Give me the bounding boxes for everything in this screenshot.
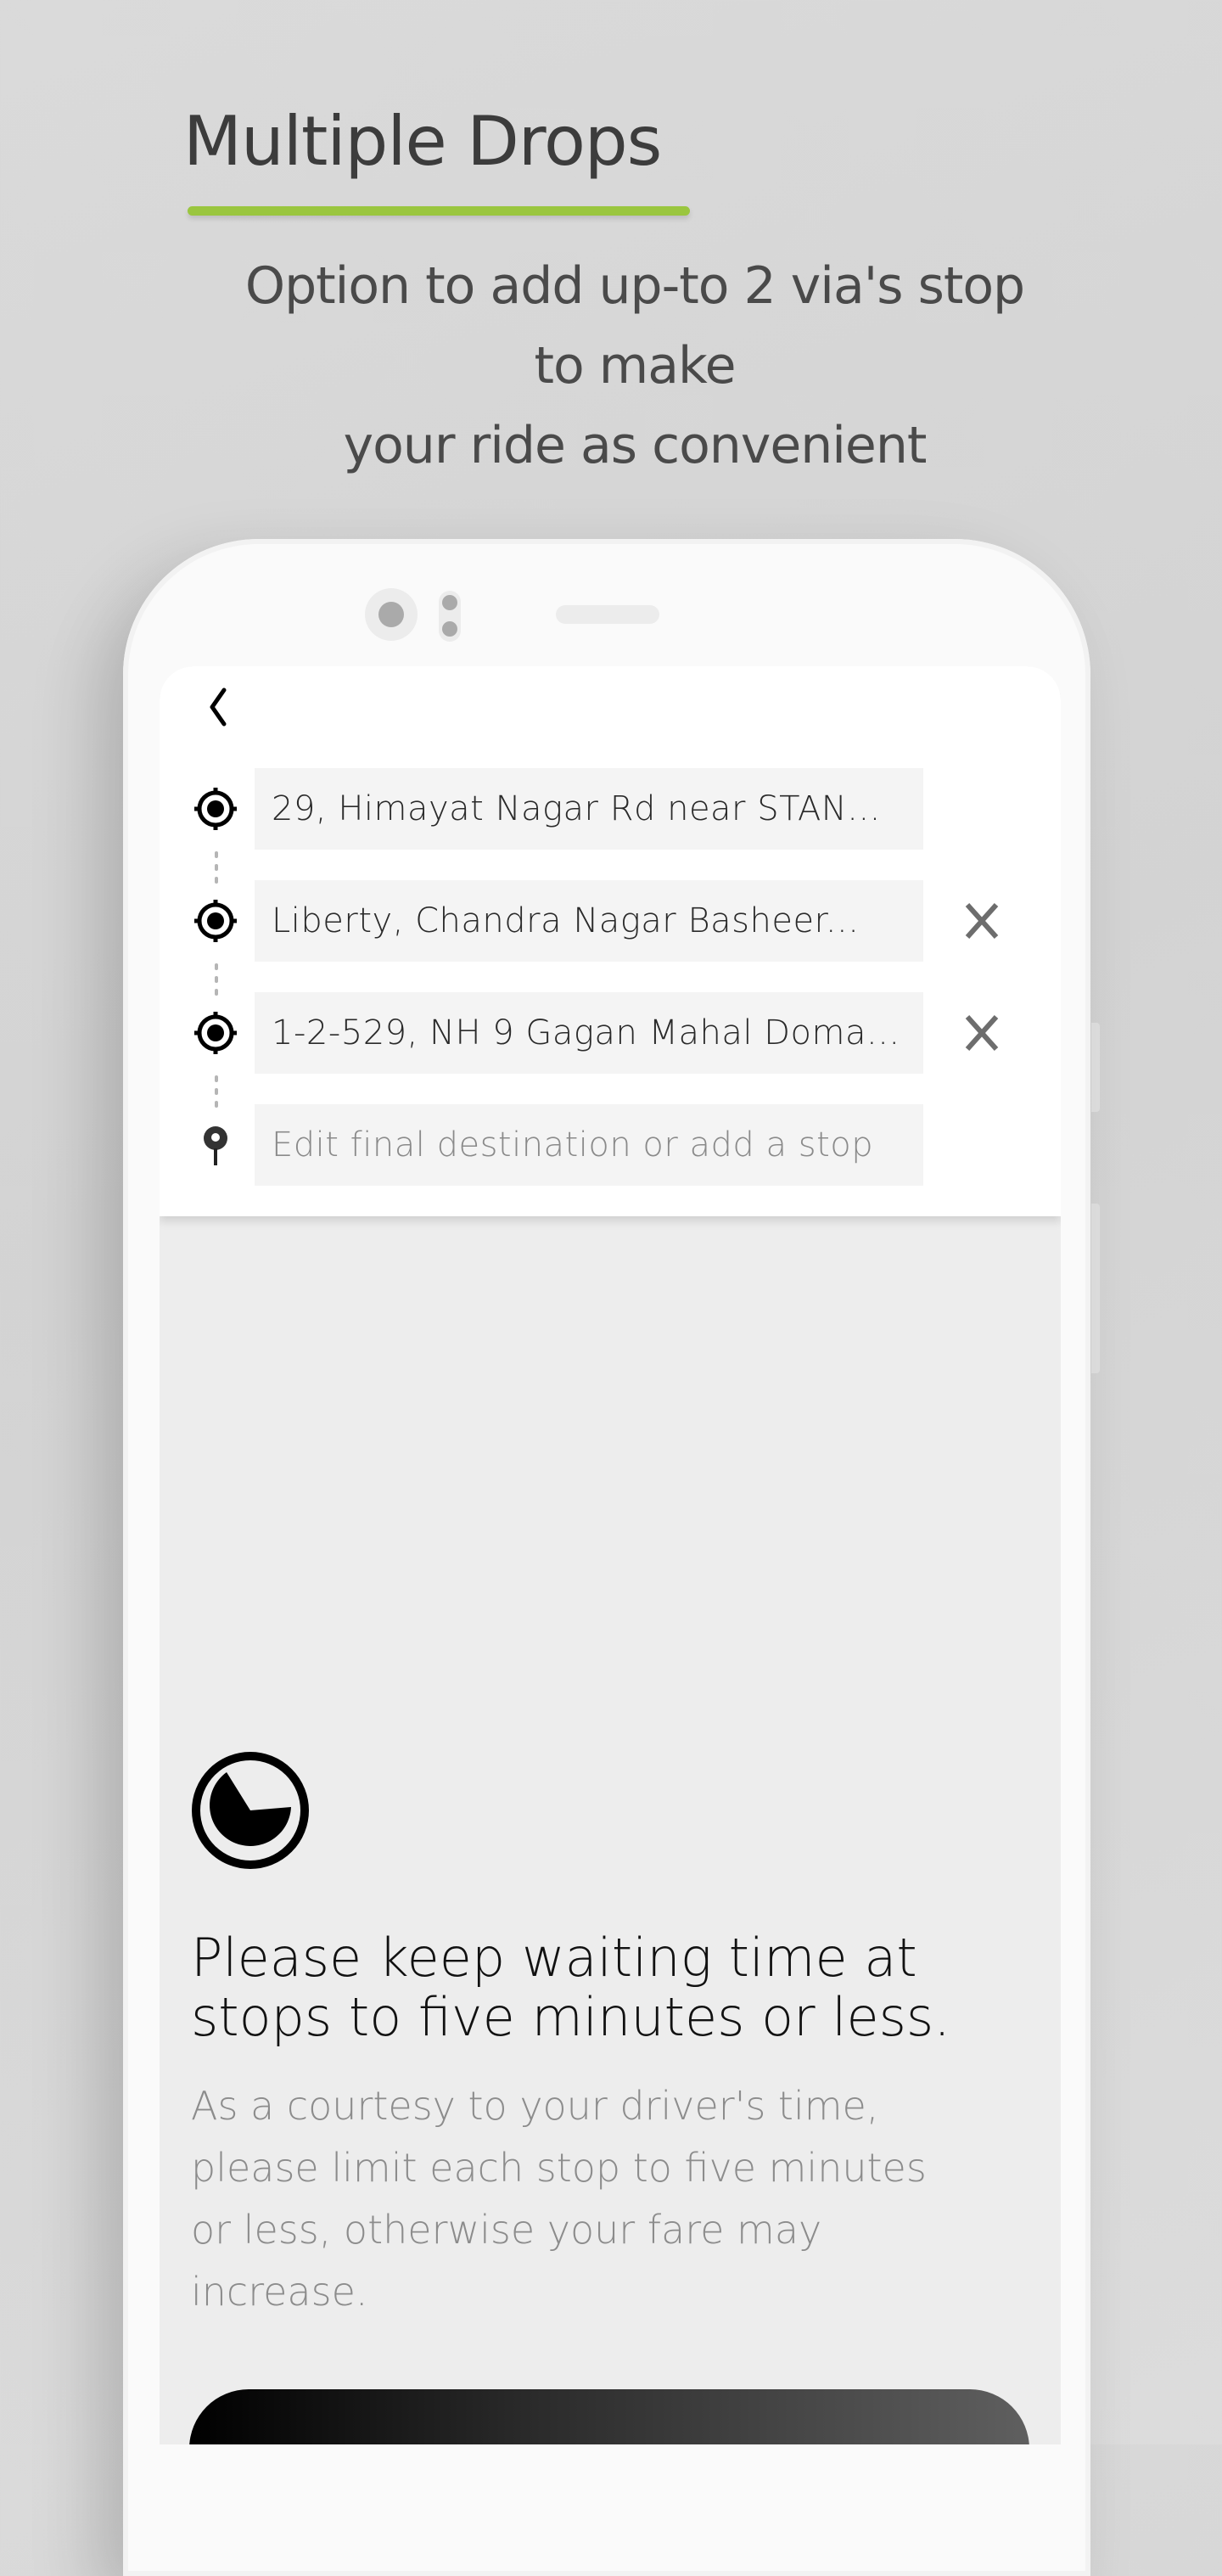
- camera-icon: [365, 588, 418, 641]
- subtitle-line: your ride as convenient: [343, 416, 928, 475]
- via-stop-input[interactable]: Liberty, Chandra Nagar Basheer...: [255, 880, 923, 962]
- notice-heading: Please keep waiting time at stops to fiv…: [191, 1928, 1040, 2047]
- map-pin-icon: [204, 1126, 227, 1165]
- chevron-left-icon: [210, 687, 227, 727]
- close-icon[interactable]: [961, 900, 1003, 942]
- back-button[interactable]: [199, 675, 249, 734]
- destination-input[interactable]: Edit final destination or add a stop: [255, 1104, 923, 1186]
- close-icon[interactable]: [961, 1012, 1003, 1054]
- phone-power-button: [1091, 1204, 1100, 1373]
- notice-body-line: or less, otherwise your fare may: [191, 2207, 822, 2253]
- clock-icon: [192, 1752, 309, 1869]
- target-icon: [194, 900, 237, 942]
- app-screen: 29, Himayat Nagar Rd near STAN... Libert…: [160, 666, 1061, 2444]
- stop-row-via-2: 1-2-529, NH 9 Gagan Mahal Doma...: [160, 992, 1061, 1074]
- route-editor-card: 29, Himayat Nagar Rd near STAN... Libert…: [160, 666, 1061, 1216]
- notice-heading-line: stops to five minutes or less.: [191, 1986, 950, 2048]
- notice-body-line: increase.: [191, 2269, 368, 2315]
- notice-heading-line: Please keep waiting time at: [191, 1927, 917, 1989]
- pickup-input[interactable]: 29, Himayat Nagar Rd near STAN...: [255, 768, 923, 850]
- subtitle-line: to make: [534, 336, 736, 396]
- sensor-icon: [439, 591, 461, 642]
- notice-body-line: As a courtesy to your driver's time,: [191, 2083, 879, 2129]
- confirm-button[interactable]: [189, 2389, 1029, 2444]
- via-stop-input[interactable]: 1-2-529, NH 9 Gagan Mahal Doma...: [255, 992, 923, 1074]
- promo-title: Multiple Drops: [183, 102, 662, 181]
- target-icon: [194, 788, 237, 830]
- phone-volume-button: [1091, 1023, 1100, 1112]
- notice-body-line: please limit each stop to five minutes: [191, 2145, 927, 2191]
- stop-row-pickup: 29, Himayat Nagar Rd near STAN...: [160, 768, 1061, 850]
- stop-row-via-1: Liberty, Chandra Nagar Basheer...: [160, 880, 1061, 962]
- notice-body: As a courtesy to your driver's time, ple…: [191, 2075, 1040, 2323]
- stop-row-destination: Edit final destination or add a stop: [160, 1104, 1061, 1186]
- subtitle-line: Option to add up-to 2 via's stop: [244, 256, 1025, 316]
- promo-subtitle: Option to add up-to 2 via's stop to make…: [153, 246, 1117, 485]
- speaker-grille: [556, 605, 659, 624]
- target-icon: [194, 1012, 237, 1054]
- title-underline: [188, 206, 690, 216]
